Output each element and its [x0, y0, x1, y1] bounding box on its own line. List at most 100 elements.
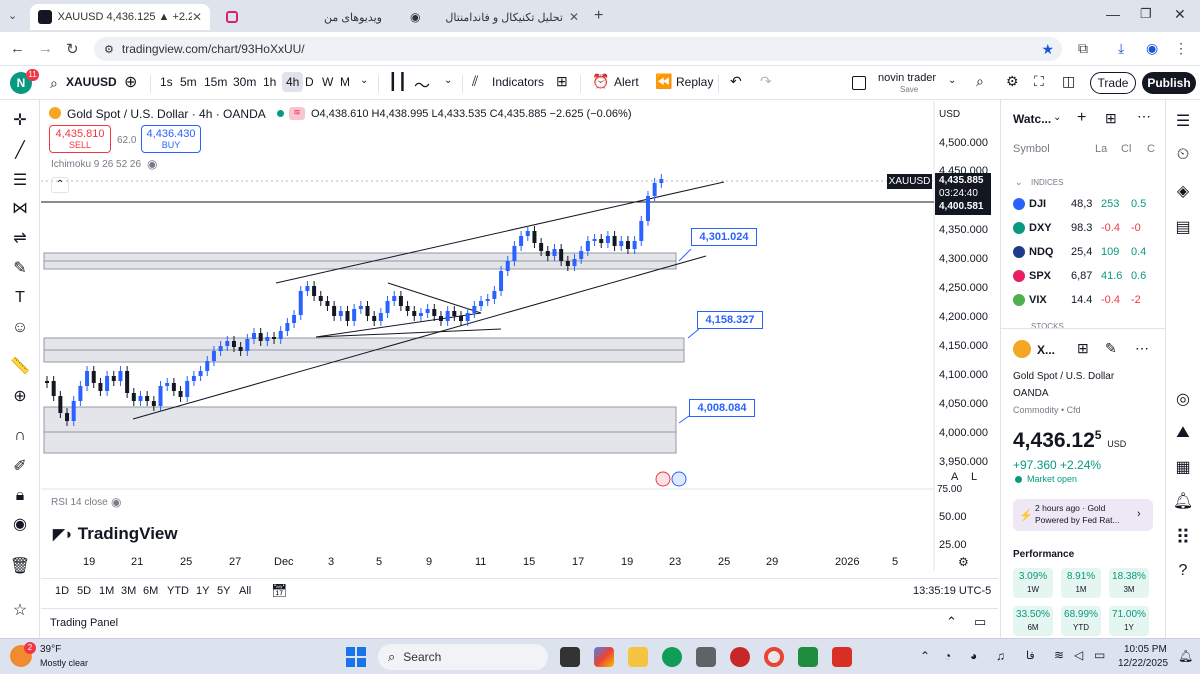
- edge-icon[interactable]: [662, 647, 682, 667]
- file-explorer-icon[interactable]: [628, 647, 648, 667]
- redo-icon[interactable]: ↷: [760, 73, 772, 90]
- line-chart-icon[interactable]: 〜: [414, 72, 430, 96]
- performance-cell[interactable]: 68.99% YTD: [1061, 606, 1101, 636]
- watchlist-row[interactable]: NDQ 25,4 109 0.4: [1013, 241, 1163, 263]
- alert-button[interactable]: Alert: [614, 75, 639, 89]
- taskbar-time[interactable]: 10:05 PM: [1124, 644, 1167, 655]
- wifi-icon[interactable]: ≋: [1054, 648, 1064, 662]
- performance-cell[interactable]: 3.09% 1W: [1013, 568, 1053, 598]
- performance-label[interactable]: Performance: [1013, 549, 1074, 560]
- add-symbol-icon[interactable]: +: [1077, 109, 1086, 127]
- tray-chevron-icon[interactable]: ⌃: [920, 649, 930, 663]
- layout-icon[interactable]: [852, 76, 866, 90]
- calendar-icon[interactable]: ▦: [1172, 456, 1194, 478]
- close-window-icon[interactable]: ✕: [1174, 6, 1186, 23]
- back-icon[interactable]: ←: [10, 40, 25, 57]
- tray-app-icon[interactable]: ◔: [944, 649, 951, 663]
- quick-search-icon[interactable]: ⌕: [976, 73, 984, 90]
- extensions-icon[interactable]: ⧉: [1078, 40, 1088, 57]
- more-options-icon[interactable]: ⋯: [1137, 108, 1151, 125]
- grid-view-icon[interactable]: ⊞: [1077, 340, 1089, 357]
- forward-icon[interactable]: →: [38, 40, 53, 57]
- eye-icon[interactable]: ◉: [8, 512, 32, 536]
- copilot-icon[interactable]: [594, 647, 614, 667]
- settings-gear-icon[interactable]: ⚙: [1006, 73, 1019, 90]
- recorder-icon[interactable]: [832, 647, 852, 667]
- col-chg[interactable]: Cl: [1121, 143, 1131, 155]
- layout-name[interactable]: novin trader: [878, 72, 936, 84]
- currency-label[interactable]: USD: [939, 109, 960, 120]
- lock-icon[interactable]: 🔒︎: [8, 484, 32, 508]
- interval-m[interactable]: M: [340, 75, 350, 89]
- range-5d[interactable]: 5D: [77, 585, 91, 597]
- templates-icon[interactable]: ⊞: [556, 73, 568, 90]
- annotation-label[interactable]: 4,158.327: [697, 311, 763, 329]
- col-chgp[interactable]: C: [1147, 143, 1155, 155]
- publish-button[interactable]: Publish: [1142, 72, 1196, 94]
- interval-1s[interactable]: 1s: [160, 75, 173, 89]
- new-tab-icon[interactable]: +: [594, 7, 603, 25]
- browser-menu-icon[interactable]: ⋮: [1174, 40, 1188, 57]
- indicators-icon[interactable]: ⫽: [472, 73, 478, 90]
- range-3m[interactable]: 3M: [121, 585, 136, 597]
- bookmark-star-icon[interactable]: ★: [1041, 41, 1054, 58]
- trade-button[interactable]: Trade: [1090, 72, 1136, 94]
- tray-app-icon[interactable]: ◕: [970, 649, 977, 663]
- magnet-icon[interactable]: ∩: [8, 424, 32, 448]
- interval-5m[interactable]: 5m: [180, 75, 197, 89]
- watchlist-dropdown-icon[interactable]: ⌄: [1053, 112, 1061, 123]
- maximize-icon[interactable]: ❐: [1140, 6, 1152, 22]
- camera-icon[interactable]: ◫: [1062, 73, 1075, 90]
- interval-d[interactable]: D: [305, 75, 314, 89]
- input-language[interactable]: فا: [1026, 649, 1035, 662]
- trash-icon[interactable]: 🗑︎: [8, 554, 32, 578]
- section-stocks[interactable]: STOCKS: [1031, 322, 1064, 331]
- store-icon[interactable]: [696, 647, 716, 667]
- eye-icon[interactable]: ◉: [147, 157, 157, 171]
- date-range-icon[interactable]: 📅︎: [271, 583, 288, 599]
- range-1m[interactable]: 1M: [99, 585, 114, 597]
- news-card[interactable]: ⚡ 2 hours ago · Gold Powered by Fed Rat.…: [1013, 499, 1153, 531]
- performance-cell[interactable]: 8.91% 1M: [1061, 568, 1101, 598]
- camtasia-icon[interactable]: [798, 647, 818, 667]
- col-last[interactable]: La: [1095, 143, 1107, 155]
- undo-icon[interactable]: ↶: [730, 73, 742, 90]
- interval-dropdown-icon[interactable]: ⌄: [360, 75, 368, 86]
- compare-add-icon[interactable]: ⊕: [124, 72, 137, 92]
- more-options-icon[interactable]: ⋯: [1135, 340, 1149, 357]
- chat-icon[interactable]: ▤: [1172, 216, 1194, 238]
- lock-drawing-icon[interactable]: ✐: [8, 454, 32, 478]
- chart-type-dropdown-icon[interactable]: ⌄: [444, 75, 452, 86]
- watchlist-icon[interactable]: ☰: [1172, 110, 1194, 132]
- replay-button[interactable]: Replay: [676, 75, 713, 89]
- taskbar-date[interactable]: 12/22/2025: [1118, 658, 1168, 669]
- watchlist-row[interactable]: VIX 14.4 -0.4 -2: [1013, 289, 1163, 311]
- watchlist-header[interactable]: Watc...: [1013, 112, 1051, 126]
- weather-text[interactable]: Mostly clear: [40, 658, 88, 668]
- axis-settings-icon[interactable]: ⚙: [958, 555, 969, 569]
- layout-dropdown-icon[interactable]: ⌄: [948, 75, 956, 86]
- ideas-icon[interactable]: ⛰: [1172, 422, 1194, 444]
- trendline-icon[interactable]: ╱: [8, 138, 32, 162]
- fib-icon[interactable]: ☰: [8, 168, 32, 192]
- search-icon[interactable]: ⌕: [50, 75, 58, 92]
- task-view-icon[interactable]: [560, 647, 580, 667]
- collapse-legend-icon[interactable]: ⌃: [51, 177, 69, 193]
- annotation-label[interactable]: 4,008.084: [689, 399, 755, 417]
- apps-grid-icon[interactable]: ⠿: [1172, 526, 1194, 549]
- taskbar-search[interactable]: ⌕ Search: [378, 644, 548, 670]
- performance-cell[interactable]: 71.00% 1Y: [1109, 606, 1149, 636]
- maximize-panel-icon[interactable]: ▭: [974, 614, 986, 630]
- crosshair-icon[interactable]: ✛: [8, 108, 32, 132]
- replay-icon[interactable]: ⏪: [655, 73, 672, 90]
- auto-scale-button[interactable]: A: [951, 471, 958, 483]
- tab-analysis[interactable]: ◉ تحلیل تکنیکال و فاندامنتال ✕: [402, 4, 587, 30]
- col-symbol[interactable]: Symbol: [1013, 143, 1050, 155]
- range-1d[interactable]: 1D: [55, 585, 69, 597]
- alerts-clock-icon[interactable]: ⏲: [1172, 144, 1194, 166]
- indicators-button[interactable]: Indicators: [492, 75, 544, 89]
- profile-icon[interactable]: ◉: [1146, 40, 1158, 57]
- performance-cell[interactable]: 33.50% 6M: [1013, 606, 1053, 636]
- chrome-icon[interactable]: [764, 647, 784, 667]
- tab-tradingview[interactable]: XAUUSD 4,436.125 ▲ +2.24% ... ✕: [30, 4, 210, 30]
